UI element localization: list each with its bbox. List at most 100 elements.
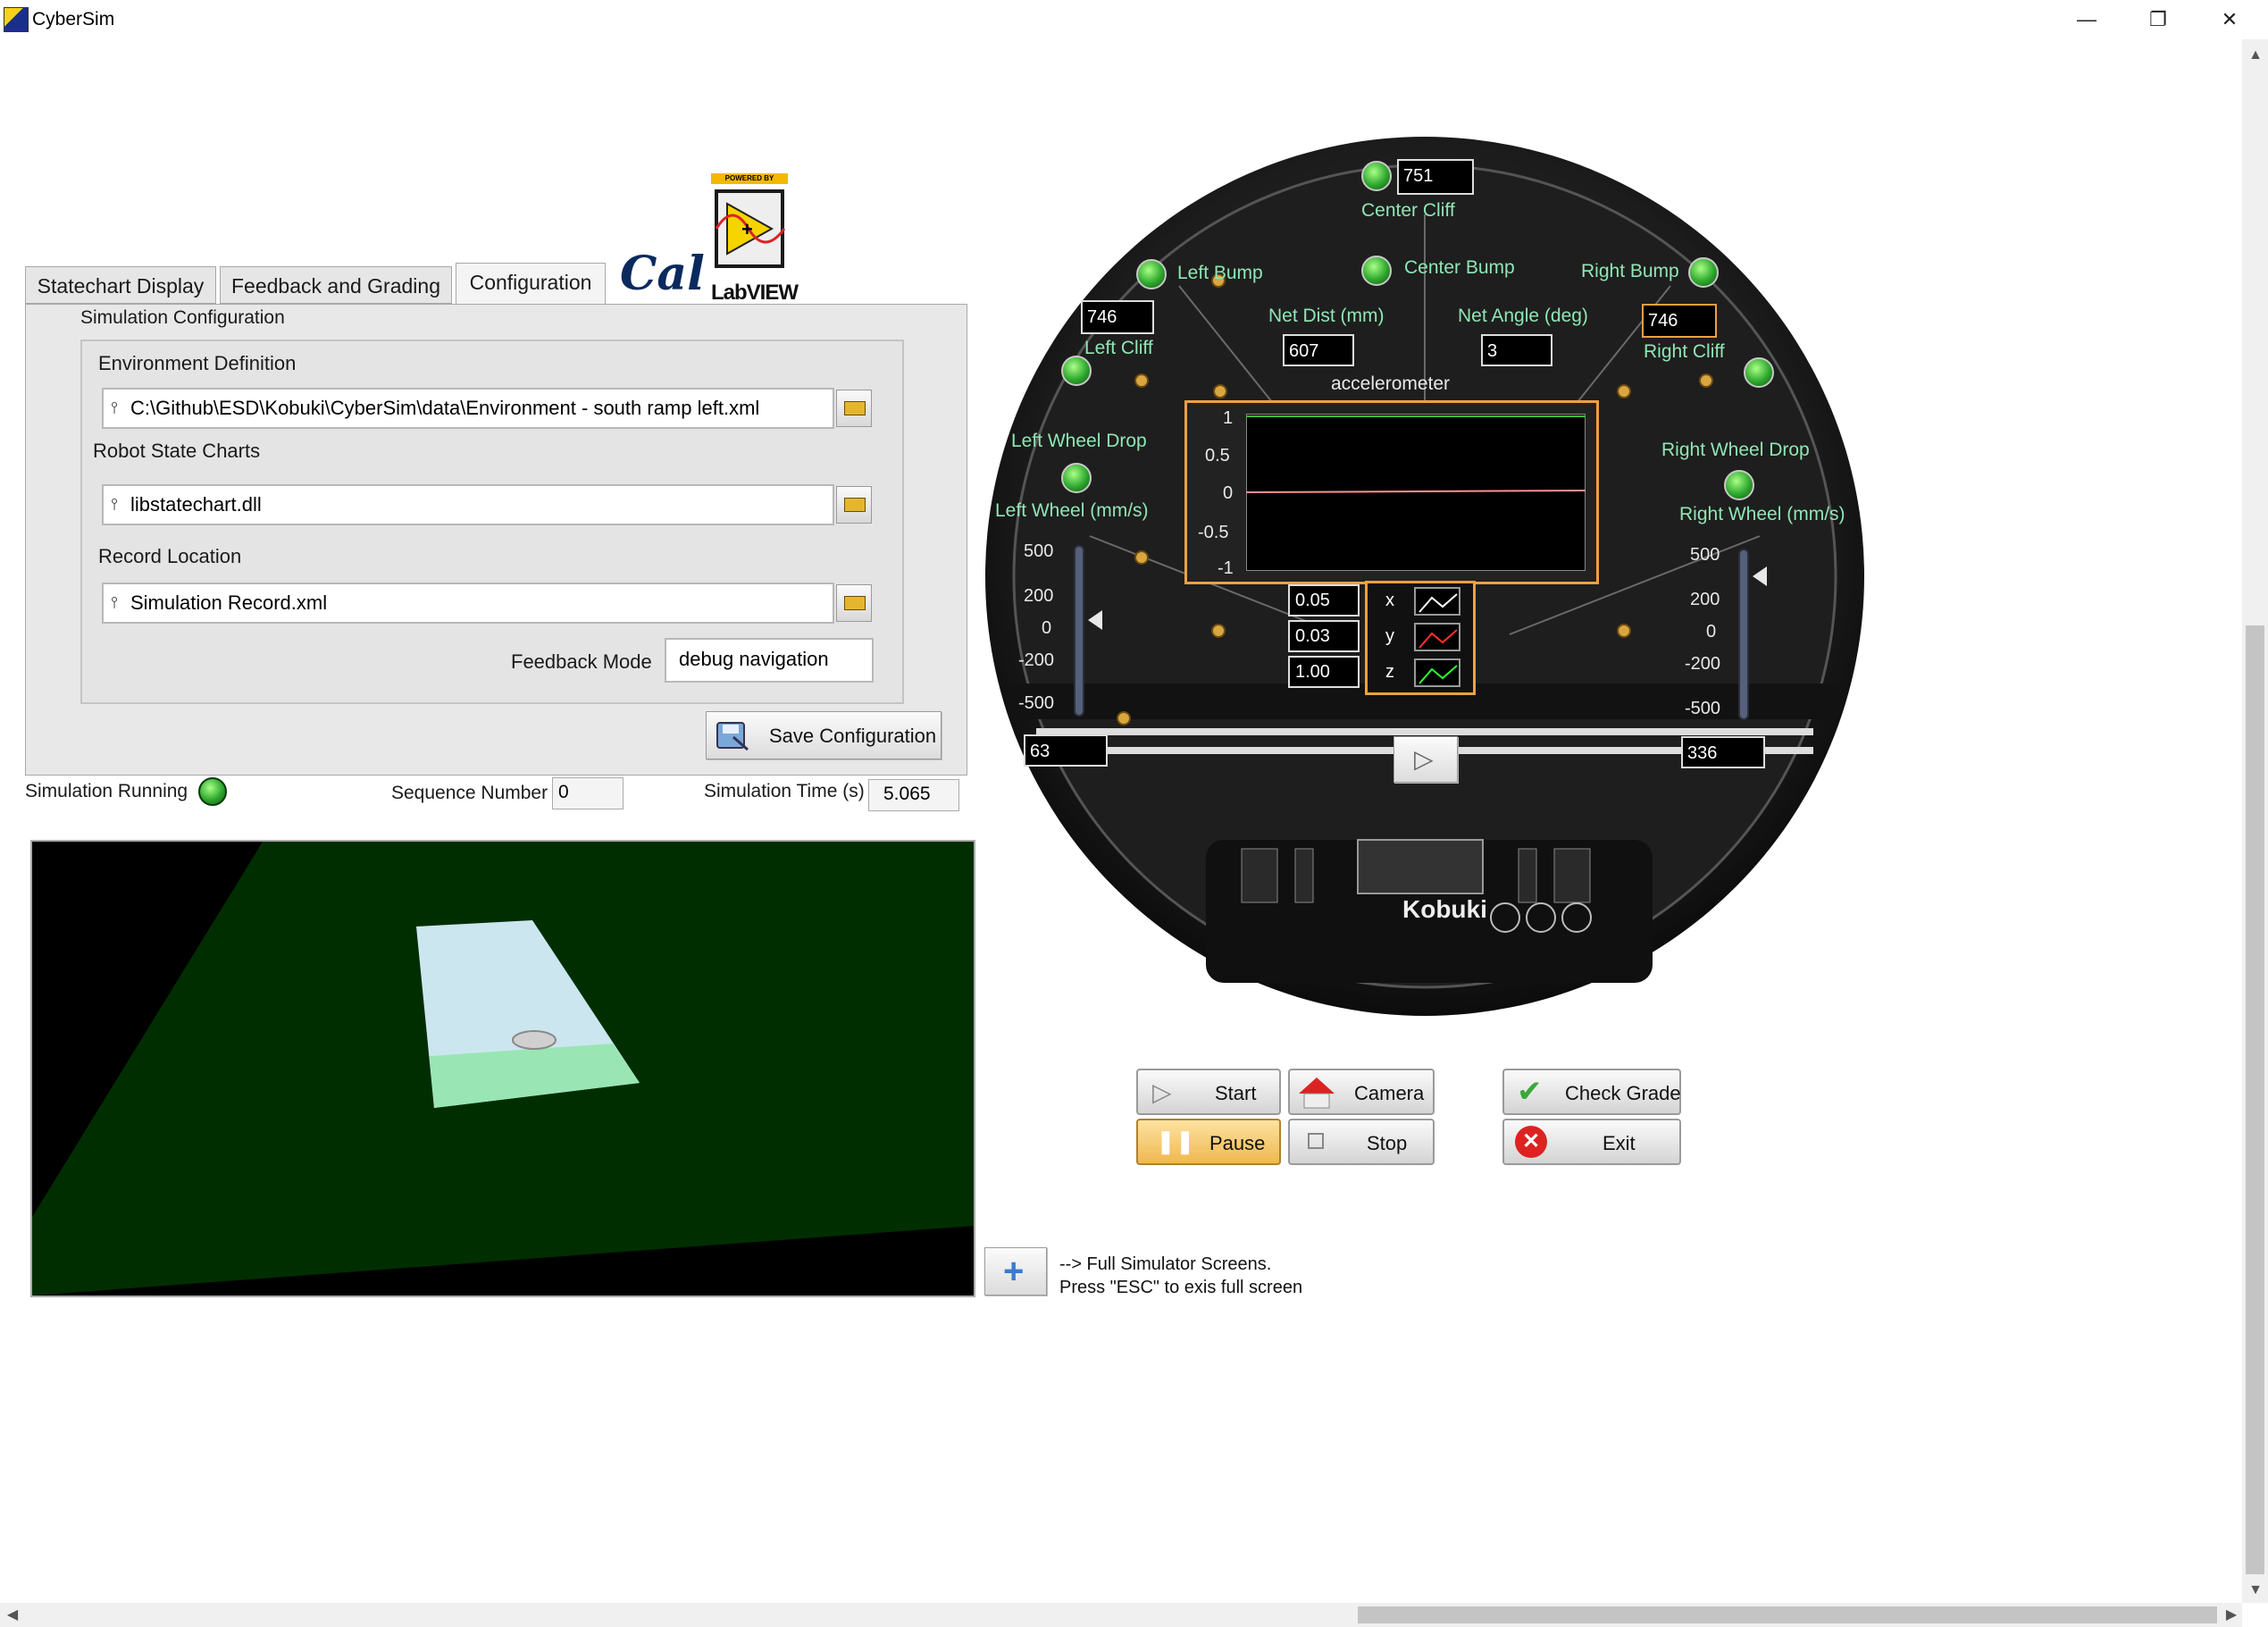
- svg-text:+: +: [741, 218, 753, 240]
- left-wheel-slider-thumb[interactable]: [1088, 609, 1102, 630]
- save-configuration-button[interactable]: Save Configuration: [706, 711, 942, 759]
- tab-configuration[interactable]: Configuration: [456, 263, 606, 304]
- center-cliff-led: [1361, 161, 1392, 191]
- scroll-right-icon[interactable]: ▶: [2221, 1605, 2242, 1626]
- right-scale-tick: -500: [1685, 699, 1721, 718]
- left-scale-tick: 0: [1042, 618, 1052, 638]
- home-icon: [1299, 1078, 1335, 1109]
- screw: [1134, 550, 1149, 565]
- restore-button[interactable]: ❐: [2122, 0, 2194, 39]
- right-scale-tick: 500: [1690, 545, 1720, 565]
- left-cliff-led: [1061, 356, 1092, 386]
- tab-feedback-and-grading[interactable]: Feedback and Grading: [220, 266, 452, 304]
- screw: [1617, 384, 1631, 398]
- right-cliff-label: Right Cliff: [1644, 341, 1725, 362]
- screw: [1134, 373, 1149, 388]
- path-icon: ⫯: [111, 398, 118, 416]
- play-icon: ▷: [1414, 745, 1434, 773]
- minimize-button[interactable]: —: [2051, 0, 2122, 39]
- fullscreen-hint-line2: Press "ESC" to exis full screen: [1059, 1278, 1303, 1297]
- path-icon: ⫯: [111, 495, 118, 513]
- feedback-mode-label: Feedback Mode: [511, 650, 652, 673]
- left-bump-led: [1136, 259, 1167, 289]
- left-cliff-label: Left Cliff: [1084, 338, 1153, 358]
- environment-path-field[interactable]: ⫯ C:\Github\ESD\Kobuki\CyberSim\data\Env…: [102, 388, 834, 429]
- left-bump-label: Left Bump: [1177, 263, 1263, 283]
- save-icon: [716, 722, 749, 751]
- accel-y-tick: -1: [1218, 558, 1234, 578]
- record-browse-button[interactable]: [836, 584, 872, 622]
- left-scale-tick: -200: [1018, 650, 1055, 670]
- axis-z-label: z: [1385, 662, 1394, 682]
- app-icon: [4, 7, 29, 32]
- fullscreen-button[interactable]: +: [984, 1247, 1047, 1296]
- right-cliff-value: 746: [1642, 304, 1717, 338]
- net-angle-label: Net Angle (deg): [1458, 306, 1588, 326]
- simulation-time-value: 5.065: [868, 779, 959, 811]
- net-dist-label: Net Dist (mm): [1268, 306, 1385, 326]
- environment-browse-button[interactable]: [836, 390, 872, 427]
- net-angle-value: 3: [1481, 334, 1552, 366]
- screw: [1699, 373, 1713, 388]
- axis-y-plot[interactable]: [1414, 623, 1460, 651]
- sequence-number-label: Sequence Number: [391, 783, 548, 803]
- screw: [1211, 624, 1226, 638]
- right-bump-led: [1688, 257, 1719, 288]
- folder-icon: [844, 401, 866, 415]
- right-wheel-slider[interactable]: [1738, 549, 1749, 720]
- right-wheel-value: 336: [1681, 736, 1765, 768]
- scroll-left-icon[interactable]: ◀: [2, 1605, 23, 1626]
- left-wheel-slider[interactable]: [1074, 545, 1084, 717]
- horizontal-scroll-thumb[interactable]: [1358, 1606, 2217, 1623]
- accelerometer-plot: [1246, 414, 1586, 571]
- accel-axis-legend: x y z: [1365, 581, 1476, 695]
- sequence-number-value: 0: [552, 777, 623, 809]
- robot-dashboard: 751 Center Cliff Left Bump Center Bump R…: [983, 134, 1867, 1027]
- close-button[interactable]: ✕: [2194, 0, 2265, 39]
- vertical-scroll-thumb[interactable]: [2246, 625, 2264, 1574]
- cal-logo: Cal: [620, 247, 705, 301]
- play-icon: ▷: [1152, 1078, 1172, 1106]
- kobuki-logo-text: Kobuki: [1402, 895, 1487, 923]
- check-grade-button[interactable]: ✔ Check Grade: [1502, 1069, 1681, 1115]
- screw: [1213, 384, 1227, 398]
- scroll-down-icon[interactable]: ▼: [2245, 1580, 2266, 1601]
- accel-y-value: 0.03: [1288, 620, 1360, 652]
- record-path-field[interactable]: ⫯ Simulation Record.xml: [102, 583, 834, 624]
- right-cliff-led: [1744, 357, 1774, 388]
- close-icon: ✕: [1515, 1126, 1547, 1158]
- accel-y-tick: 0: [1223, 483, 1234, 503]
- accel-y-tick: -0.5: [1198, 523, 1229, 542]
- axis-z-plot[interactable]: [1414, 658, 1460, 687]
- stop-button[interactable]: Stop: [1288, 1119, 1435, 1165]
- accel-x-value: 0.05: [1288, 584, 1360, 616]
- left-scale-tick: 200: [1024, 586, 1054, 606]
- right-wheel-slider-thumb[interactable]: [1753, 566, 1767, 587]
- labview-logo: POWERED BY + LabVIEW: [711, 173, 799, 305]
- feedback-mode-select[interactable]: debug navigation: [665, 638, 874, 683]
- statechart-path-field[interactable]: ⫯ libstatechart.dll: [102, 484, 834, 525]
- left-wheel-drop-led: [1061, 463, 1092, 493]
- exit-button[interactable]: ✕ Exit: [1502, 1119, 1681, 1165]
- simulation-running-led: [198, 777, 227, 806]
- pause-button[interactable]: ❚❚ Pause: [1136, 1119, 1281, 1165]
- folder-icon: [844, 498, 866, 512]
- accelerometer-chart: 1 0.5 0 -0.5 -1: [1184, 400, 1599, 584]
- start-button[interactable]: ▷ Start: [1136, 1069, 1281, 1115]
- pause-icon: ❚❚: [1156, 1128, 1195, 1154]
- window-title: CyberSim: [32, 9, 115, 29]
- right-scale-tick: -200: [1685, 654, 1721, 674]
- title-bar: CyberSim — ❐ ✕: [0, 0, 2268, 39]
- axis-y-label: y: [1385, 626, 1394, 646]
- statechart-browse-button[interactable]: [836, 486, 872, 524]
- left-wheel-label: Left Wheel (mm/s): [995, 500, 1149, 521]
- simulation-3d-view[interactable]: [30, 840, 975, 1297]
- tab-statechart-display[interactable]: Statechart Display: [25, 266, 216, 304]
- camera-button[interactable]: Camera: [1288, 1069, 1435, 1115]
- axis-x-label: x: [1385, 591, 1394, 610]
- axis-x-plot[interactable]: [1414, 587, 1460, 616]
- right-wheel-drop-label: Right Wheel Drop: [1661, 440, 1810, 460]
- left-scale-tick: -500: [1018, 693, 1055, 713]
- scroll-up-icon[interactable]: ▲: [2245, 45, 2266, 66]
- robot-play-button[interactable]: ▷: [1393, 736, 1458, 783]
